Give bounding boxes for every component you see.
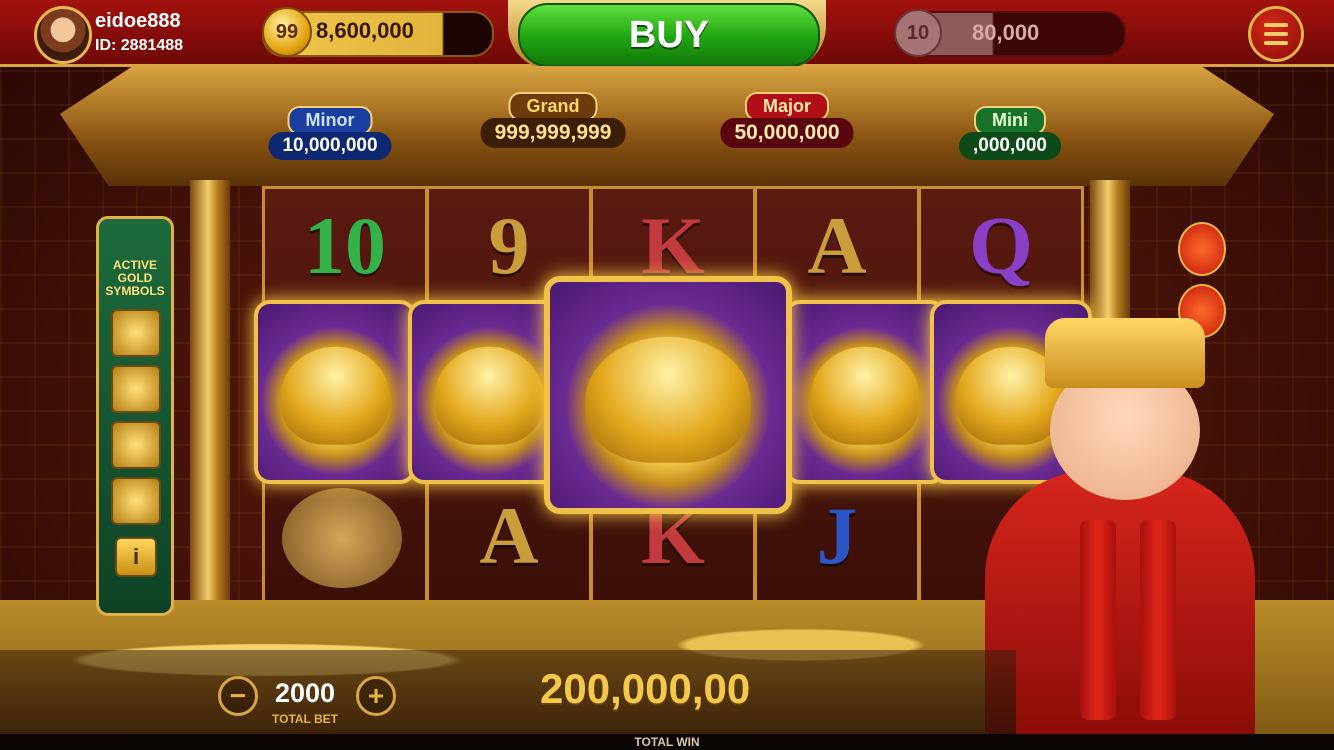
player-avatar[interactable]	[34, 6, 92, 64]
temple-roof	[60, 66, 1274, 186]
jackpot-grand: Grand 999,999,999	[470, 92, 636, 150]
decrease-bet-button[interactable]: −	[218, 676, 258, 716]
info-button[interactable]: i	[115, 537, 157, 577]
golden-turtle-symbol	[784, 300, 946, 484]
panel-title: ACTIVE GOLD SYMBOLS	[99, 259, 171, 298]
increase-bet-button[interactable]: +	[356, 676, 396, 716]
panel-title-line: SYMBOLS	[105, 284, 165, 298]
turtle-icon	[281, 346, 389, 445]
jackpot-mini: Mini ,000,000	[930, 106, 1090, 164]
jackpot-grand-value: 999,999,999	[480, 118, 626, 148]
left-pillar	[190, 180, 230, 620]
total-win-label: TOTAL WIN	[634, 735, 700, 749]
jackpot-mini-value: ,000,000	[959, 132, 1061, 160]
menu-button[interactable]	[1248, 6, 1304, 62]
menu-icon-line	[1264, 41, 1288, 45]
coin-balance: 8,600,000	[316, 18, 414, 43]
active-gold-symbols-panel: ACTIVE GOLD SYMBOLS i	[96, 216, 174, 616]
gold-turtle-icon	[111, 477, 161, 525]
red-lantern-icon	[1178, 222, 1226, 276]
golden-turtle-symbol-highlight	[544, 276, 792, 514]
turtle-icon	[435, 346, 543, 445]
bottom-bar	[0, 650, 1016, 734]
jackpot-minor: Minor 10,000,000	[250, 106, 410, 164]
player-id: ID: 2881488	[95, 37, 184, 54]
jackpot-grand-label: Grand	[508, 92, 598, 121]
level-badge: 10	[894, 9, 942, 57]
username: eidoe888	[95, 10, 181, 32]
jackpot-major: Major 50,000,000	[704, 92, 870, 150]
jackpot-minor-value: 10,000,000	[268, 132, 392, 160]
turtle-icon	[585, 336, 751, 463]
reel-symbol: Q	[969, 200, 1033, 291]
jackpot-mini-label: Mini	[974, 106, 1046, 135]
total-win-value: 200,000,00	[540, 665, 751, 712]
god-of-wealth-hat	[1045, 318, 1205, 388]
ancient-coins-icon	[282, 488, 402, 588]
jackpot-major-value: 50,000,000	[720, 118, 854, 148]
god-of-wealth-body	[985, 470, 1255, 740]
gold-dragon-icon	[111, 309, 161, 357]
jackpot-major-label: Major	[744, 92, 830, 121]
coin-icon: 99	[262, 7, 312, 57]
jackpot-minor-label: Minor	[287, 106, 373, 135]
reel-symbol: 10	[304, 200, 386, 291]
red-scroll-icon	[1140, 520, 1176, 720]
total-bet-label: TOTAL BET	[272, 712, 338, 726]
level-value: 80,000	[972, 20, 1040, 45]
golden-turtle-symbol	[254, 300, 416, 484]
total-bet-value: 2000	[274, 678, 336, 708]
red-scroll-icon	[1080, 520, 1116, 720]
gold-fish-icon	[111, 421, 161, 469]
gold-ingot-icon	[111, 365, 161, 413]
turtle-icon	[811, 346, 919, 445]
menu-icon-line	[1264, 32, 1288, 36]
menu-icon-line	[1264, 23, 1288, 27]
buy-button[interactable]: BUY	[518, 3, 820, 67]
